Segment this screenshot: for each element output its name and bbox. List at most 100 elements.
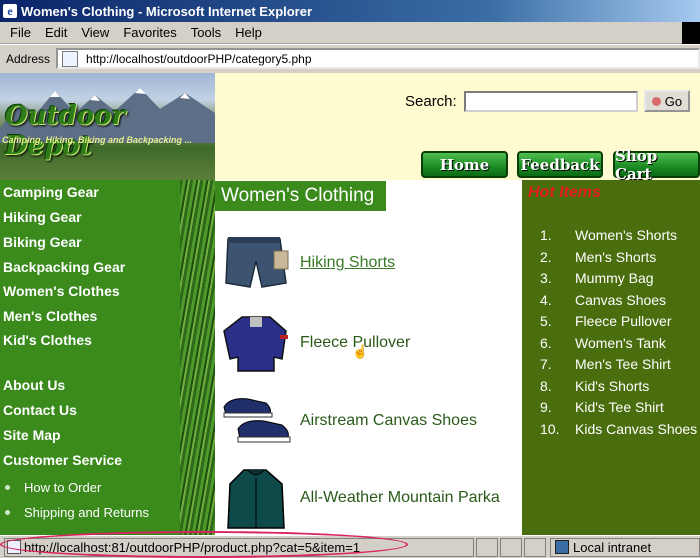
hot-item[interactable]: 7. Men's Tee Shirt xyxy=(540,356,700,372)
hot-item[interactable]: 1. Women's Shorts xyxy=(540,227,700,243)
hot-item-number: 10. xyxy=(540,421,560,437)
hot-item-label: Men's Tee Shirt xyxy=(575,356,671,372)
go-button[interactable]: Go xyxy=(643,90,691,112)
hot-item[interactable]: 4. Canvas Shoes xyxy=(540,292,700,308)
zone-label: Local intranet xyxy=(573,539,652,555)
hot-item[interactable]: 10. Kids Canvas Shoes xyxy=(540,421,700,437)
product-name-fleece-pullover[interactable]: Fleece Pullover xyxy=(300,334,410,352)
site-logo[interactable]: Outdoor Depot Camping, Hiking, Biking an… xyxy=(0,73,215,180)
nav-biking-gear[interactable]: Biking Gear xyxy=(3,234,82,250)
menu-edit[interactable]: Edit xyxy=(45,25,67,40)
window-title: Women's Clothing - Microsoft Internet Ex… xyxy=(21,3,313,19)
product-row: Fleece Pullover xyxy=(220,308,520,378)
hot-item-label: Women's Shorts xyxy=(575,227,678,243)
window-titlebar: e Women's Clothing - Microsoft Internet … xyxy=(0,0,700,22)
nav-mens-clothes[interactable]: Men's Clothes xyxy=(3,308,97,324)
menu-file[interactable]: File xyxy=(10,25,31,40)
windows-throbber-icon xyxy=(682,22,700,44)
page-icon xyxy=(62,50,79,67)
hot-item-label: Kids Canvas Shoes xyxy=(575,421,698,437)
product-row: Airstream Canvas Shoes xyxy=(220,386,520,456)
page-viewport: Outdoor Depot Camping, Hiking, Biking an… xyxy=(0,73,700,535)
hot-item-number: 7. xyxy=(540,356,552,372)
product-row: All-Weather Mountain Parka xyxy=(220,463,520,533)
nav-camping-gear[interactable]: Camping Gear xyxy=(3,184,99,200)
hot-item-number: 1. xyxy=(540,227,552,243)
nav-backpacking-gear[interactable]: Backpacking Gear xyxy=(3,259,125,275)
address-url: http://localhost/outdoorPHP/category5.ph… xyxy=(86,51,312,66)
hot-item[interactable]: 8. Kid's Shorts xyxy=(540,378,700,394)
hot-item-label: Canvas Shoes xyxy=(575,292,667,308)
intranet-icon xyxy=(555,540,569,554)
search-label: Search: xyxy=(405,92,457,110)
hot-item-label: Fleece Pullover xyxy=(575,313,672,329)
logo-brand: Outdoor Depot xyxy=(5,101,126,161)
hot-items-title: Hot Items xyxy=(528,184,601,201)
nav-how-to-order-label: How to Order xyxy=(24,480,102,495)
search-input[interactable] xyxy=(463,90,638,112)
address-bar: Address http://localhost/outdoorPHP/cate… xyxy=(0,44,700,72)
menu-help[interactable]: Help xyxy=(235,25,262,40)
logo-tagline: Camping, Hiking, Biking and Backpacking … xyxy=(2,135,193,145)
shop-cart-button[interactable]: Shop Cart xyxy=(613,147,700,183)
hot-item-number: 3. xyxy=(540,270,552,286)
product-link-hiking-shorts[interactable]: Hiking Shorts xyxy=(300,254,395,272)
hot-item-label: Mummy Bag xyxy=(575,270,654,286)
go-label: Go xyxy=(664,93,683,109)
product-name-airstream-shoes[interactable]: Airstream Canvas Shoes xyxy=(300,412,477,430)
hot-item[interactable]: 3. Mummy Bag xyxy=(540,270,700,286)
shoes-image[interactable] xyxy=(220,389,292,453)
left-navigation: Camping Gear Hiking Gear Biking Gear Bac… xyxy=(0,180,180,535)
menu-favorites[interactable]: Favorites xyxy=(123,25,176,40)
site-header: Outdoor Depot Camping, Hiking, Biking an… xyxy=(0,73,700,183)
parka-image[interactable] xyxy=(220,466,292,530)
status-cell xyxy=(500,537,522,557)
hot-item-number: 6. xyxy=(540,335,552,351)
menu-bar: File Edit View Favorites Tools Help xyxy=(0,22,700,44)
pullover-image[interactable] xyxy=(220,311,292,375)
nav-site-map[interactable]: Site Map xyxy=(3,427,61,443)
status-cell xyxy=(476,537,498,557)
nav-kids-clothes[interactable]: Kid's Clothes xyxy=(3,332,92,348)
hot-item-label: Kid's Tee Shirt xyxy=(575,399,664,415)
page-title: Women's Clothing xyxy=(215,181,386,211)
nav-how-to-order[interactable]: How to Order xyxy=(5,480,101,495)
internet-explorer-icon: e xyxy=(3,4,17,18)
address-label: Address xyxy=(6,51,51,66)
hot-item-number: 5. xyxy=(540,313,552,329)
grass-decoration xyxy=(180,180,215,535)
address-input[interactable]: http://localhost/outdoorPHP/category5.ph… xyxy=(56,48,700,69)
hot-item[interactable]: 5. Fleece Pullover xyxy=(540,313,700,329)
menu-tools[interactable]: Tools xyxy=(191,25,221,40)
feedback-button[interactable]: Feedback xyxy=(517,151,603,178)
bullet-icon xyxy=(5,485,10,490)
nav-contact-us[interactable]: Contact Us xyxy=(3,402,77,418)
go-icon xyxy=(651,96,661,106)
hot-item-number: 4. xyxy=(540,292,552,308)
product-name-mountain-parka[interactable]: All-Weather Mountain Parka xyxy=(300,489,500,507)
nav-shipping-returns[interactable]: Shipping and Returns xyxy=(5,505,149,520)
security-zone: Local intranet xyxy=(550,537,700,557)
nav-about-us[interactable]: About Us xyxy=(3,377,65,393)
hot-item-label: Women's Tank xyxy=(575,335,666,351)
hot-item[interactable]: 2. Men's Shorts xyxy=(540,249,700,265)
nav-shipping-returns-label: Shipping and Returns xyxy=(24,505,150,520)
bullet-icon xyxy=(5,510,10,515)
hot-item[interactable]: 9. Kid's Tee Shirt xyxy=(540,399,700,415)
hot-items-panel: Hot Items 1. Women's Shorts 2. Men's Short… xyxy=(522,180,700,535)
hot-item-label: Men's Shorts xyxy=(575,249,657,265)
status-cell xyxy=(524,537,546,557)
nav-hiking-gear[interactable]: Hiking Gear xyxy=(3,209,82,225)
nav-womens-clothes[interactable]: Women's Clothes xyxy=(3,283,120,299)
hot-item[interactable]: 6. Women's Tank xyxy=(540,335,700,351)
hot-item-number: 9. xyxy=(540,399,552,415)
hot-item-number: 2. xyxy=(540,249,552,265)
search-area: Search: Go xyxy=(405,90,691,112)
home-button[interactable]: Home xyxy=(421,151,508,178)
product-row: Hiking Shorts xyxy=(220,228,520,298)
hot-item-number: 8. xyxy=(540,378,552,394)
nav-customer-service[interactable]: Customer Service xyxy=(3,452,122,468)
hot-item-label: Kid's Shorts xyxy=(575,378,650,394)
menu-view[interactable]: View xyxy=(81,25,109,40)
shorts-image[interactable] xyxy=(220,231,292,295)
